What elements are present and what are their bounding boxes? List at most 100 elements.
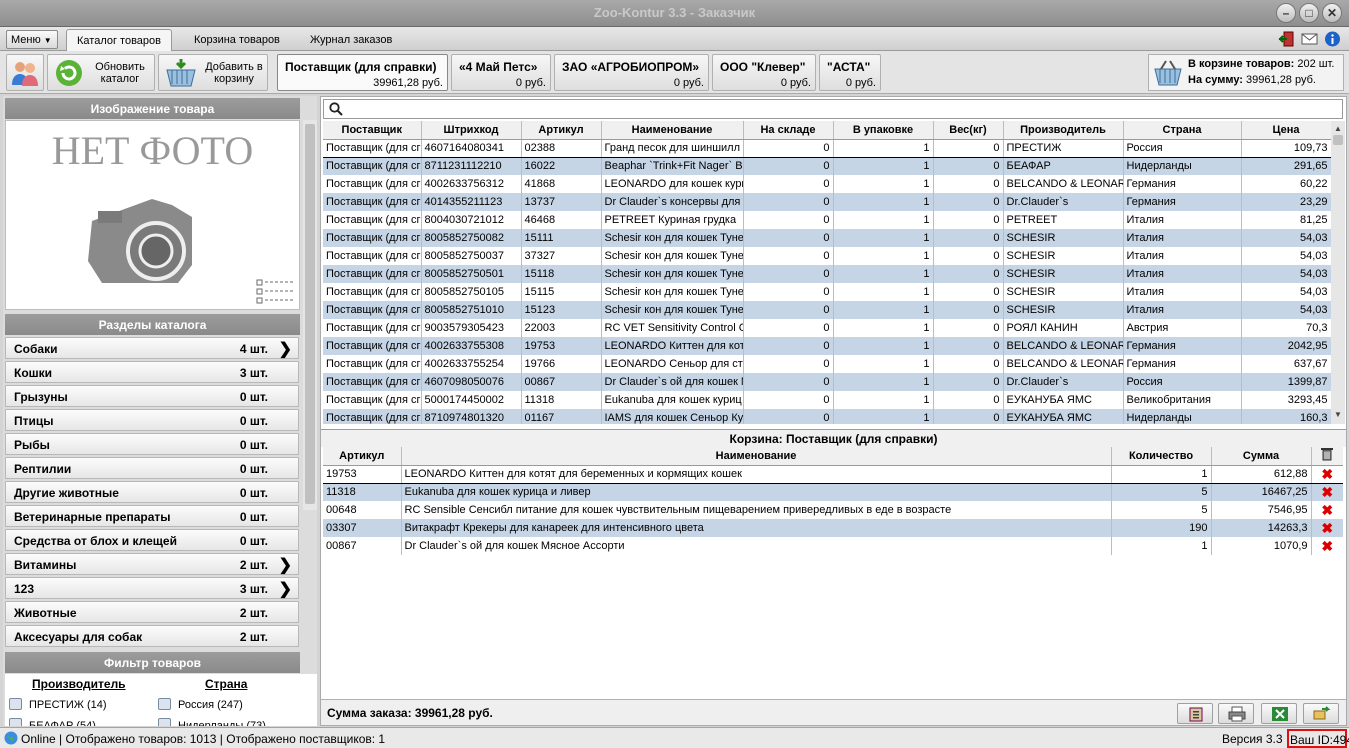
tab-orders[interactable]: Журнал заказов: [300, 29, 402, 51]
table-row[interactable]: Поставщик (для сг 4607164080341 02388 Гранд…: [323, 138, 1331, 158]
table-row[interactable]: Поставщик (для сг 8005852750105 15115 Sches…: [323, 283, 1331, 301]
delete-icon[interactable]: ✖: [1311, 464, 1343, 484]
column-header[interactable]: Штрихкод: [421, 121, 522, 140]
category-item[interactable]: Рыбы 0 шт.: [5, 433, 299, 455]
supplier-sum: 39961,28 руб.: [373, 77, 443, 89]
scroll-down-icon[interactable]: ▼: [1334, 410, 1342, 419]
chevron-right-icon[interactable]: ❯: [279, 339, 292, 359]
supplier-tab-agrobioprom[interactable]: ЗАО «АГРОБИОПРОМ» 0 руб.: [554, 54, 709, 91]
excel-export-button[interactable]: [1261, 703, 1297, 724]
cart-column-header[interactable]: Сумма: [1211, 447, 1312, 466]
category-item[interactable]: Кошки 3 шт.: [5, 361, 299, 383]
print-button[interactable]: [1218, 703, 1254, 724]
filter-checkbox[interactable]: [9, 698, 22, 710]
cart-row[interactable]: 11318 Eukanuba для кошек курица и ливер 5 1…: [323, 483, 1343, 501]
column-header[interactable]: Поставщик: [323, 121, 422, 140]
table-row[interactable]: Поставщик (для сг 4002633756312 41868 LEONA…: [323, 175, 1331, 193]
exit-icon[interactable]: [1278, 31, 1295, 47]
tab-catalog[interactable]: Каталог товаров: [66, 29, 172, 51]
delete-icon[interactable]: ✖: [1311, 483, 1343, 501]
category-item[interactable]: 123 3 шт. ❯: [5, 577, 299, 599]
category-item[interactable]: Другие животные 0 шт.: [5, 481, 299, 503]
supplier-tab-reference[interactable]: Поставщик (для справки) 39961,28 руб.: [277, 54, 448, 91]
table-cell: Поставщик (для сг: [323, 355, 422, 373]
table-row[interactable]: Поставщик (для сг 4002633755308 19753 LEONA…: [323, 337, 1331, 355]
refresh-catalog-button[interactable]: Обновить каталог: [47, 54, 155, 91]
minimize-icon[interactable]: –: [1276, 3, 1296, 23]
table-row[interactable]: Поставщик (для сг 8005852750501 15118 Sches…: [323, 265, 1331, 283]
column-header[interactable]: В упаковке: [833, 121, 934, 140]
table-row[interactable]: Поставщик (для сг 4607098050076 00867 Dr Cl…: [323, 373, 1331, 391]
category-item[interactable]: Ветеринарные препараты 0 шт.: [5, 505, 299, 527]
cart-row[interactable]: 00867 Dr Clauder`s ой для кошек Мясное Ас…: [323, 537, 1343, 555]
table-row[interactable]: Поставщик (для сг 5000174450002 11318 Eukan…: [323, 391, 1331, 409]
send-order-button[interactable]: [1303, 703, 1339, 724]
column-header[interactable]: Страна: [1123, 121, 1242, 140]
table-cell: 0: [743, 301, 834, 319]
add-to-cart-button[interactable]: Добавить в корзину: [158, 54, 268, 91]
products-scrollbar[interactable]: ▲ ▼: [1331, 121, 1345, 424]
filter-checkbox[interactable]: [158, 718, 171, 726]
maximize-icon[interactable]: □: [1299, 3, 1319, 23]
filter-country-header[interactable]: Страна: [205, 677, 247, 691]
column-header[interactable]: Артикул: [521, 121, 602, 140]
table-row[interactable]: Поставщик (для сг 4002633755254 19766 LEONA…: [323, 355, 1331, 373]
category-item[interactable]: Рептилии 0 шт.: [5, 457, 299, 479]
column-header[interactable]: Производитель: [1003, 121, 1124, 140]
table-row[interactable]: Поставщик (для сг 8710974801320 01167 IAMS …: [323, 409, 1331, 424]
cart-row[interactable]: 00648 RC Sensible Сенсибл питание для кош…: [323, 501, 1343, 519]
close-icon[interactable]: ✕: [1322, 3, 1342, 23]
add-to-cart-label: Добавить в корзину: [205, 61, 263, 85]
left-scrollbar[interactable]: [303, 120, 317, 510]
delete-icon[interactable]: ✖: [1311, 519, 1343, 537]
table-row[interactable]: Поставщик (для сг 8004030721012 46468 PETRE…: [323, 211, 1331, 229]
mail-icon[interactable]: [1301, 31, 1318, 47]
chevron-right-icon[interactable]: ❯: [279, 579, 292, 599]
trash-icon[interactable]: [1311, 447, 1343, 466]
supplier-tab-4maypets[interactable]: «4 Май Петс» 0 руб.: [451, 54, 551, 91]
category-item[interactable]: Аксесуары для собак 2 шт.: [5, 625, 299, 647]
cart-column-header[interactable]: Артикул: [323, 447, 402, 466]
table-row[interactable]: Поставщик (для сг 9003579305423 22003 RC VE…: [323, 319, 1331, 337]
cart-column-header[interactable]: Количество: [1111, 447, 1212, 466]
table-cell: PETREET: [1003, 211, 1124, 229]
category-item[interactable]: Животные 2 шт.: [5, 601, 299, 623]
table-cell: 0: [933, 355, 1004, 373]
cart-row[interactable]: 03307 Витакрафт Крекеры для канареек для …: [323, 519, 1343, 537]
column-header[interactable]: На складе: [743, 121, 834, 140]
category-item[interactable]: Птицы 0 шт.: [5, 409, 299, 431]
list-view-icon[interactable]: [256, 279, 294, 305]
cart-column-header[interactable]: Наименование: [401, 447, 1112, 466]
category-item[interactable]: Собаки 4 шт. ❯: [5, 337, 299, 359]
search-input[interactable]: [323, 99, 1343, 119]
table-row[interactable]: Поставщик (для сг 4014355211123 13737 Dr Cl…: [323, 193, 1331, 211]
table-row[interactable]: Поставщик (для сг 8005852751010 15123 Sches…: [323, 301, 1331, 319]
filter-checkbox[interactable]: [158, 698, 171, 710]
table-row[interactable]: Поставщик (для сг 8005852750082 15111 Sches…: [323, 229, 1331, 247]
category-item[interactable]: Средства от блох и клещей 0 шт.: [5, 529, 299, 551]
filter-checkbox[interactable]: [9, 718, 22, 726]
clipboard-button[interactable]: [1177, 703, 1213, 724]
category-item[interactable]: Витамины 2 шт. ❯: [5, 553, 299, 575]
table-row[interactable]: Поставщик (для сг 8005852750037 37327 Sches…: [323, 247, 1331, 265]
scroll-up-icon[interactable]: ▲: [1334, 124, 1342, 133]
users-button[interactable]: [6, 54, 44, 91]
scroll-thumb[interactable]: [305, 124, 315, 504]
column-header[interactable]: Наименование: [601, 121, 744, 140]
column-header[interactable]: Цена: [1241, 121, 1331, 140]
menu-button[interactable]: Меню ▼: [6, 30, 58, 49]
scroll-thumb[interactable]: [1333, 135, 1343, 145]
supplier-tab-asta[interactable]: "АСТА" 0 руб.: [819, 54, 881, 91]
table-cell: 8005852750082: [421, 229, 522, 247]
chevron-right-icon[interactable]: ❯: [279, 555, 292, 575]
info-icon[interactable]: [1324, 31, 1341, 47]
delete-icon[interactable]: ✖: [1311, 537, 1343, 555]
column-header[interactable]: Вес(кг): [933, 121, 1004, 140]
tab-cart[interactable]: Корзина товаров: [184, 29, 290, 51]
supplier-tab-klever[interactable]: ООО "Клевер" 0 руб.: [712, 54, 816, 91]
category-item[interactable]: Грызуны 0 шт.: [5, 385, 299, 407]
filter-manufacturer-header[interactable]: Производитель: [32, 677, 126, 691]
cart-row[interactable]: 19753 LEONARDO Киттен для котят для берем…: [323, 464, 1343, 484]
delete-icon[interactable]: ✖: [1311, 501, 1343, 519]
table-row[interactable]: Поставщик (для сг 8711231112210 16022 Beaph…: [323, 157, 1331, 175]
